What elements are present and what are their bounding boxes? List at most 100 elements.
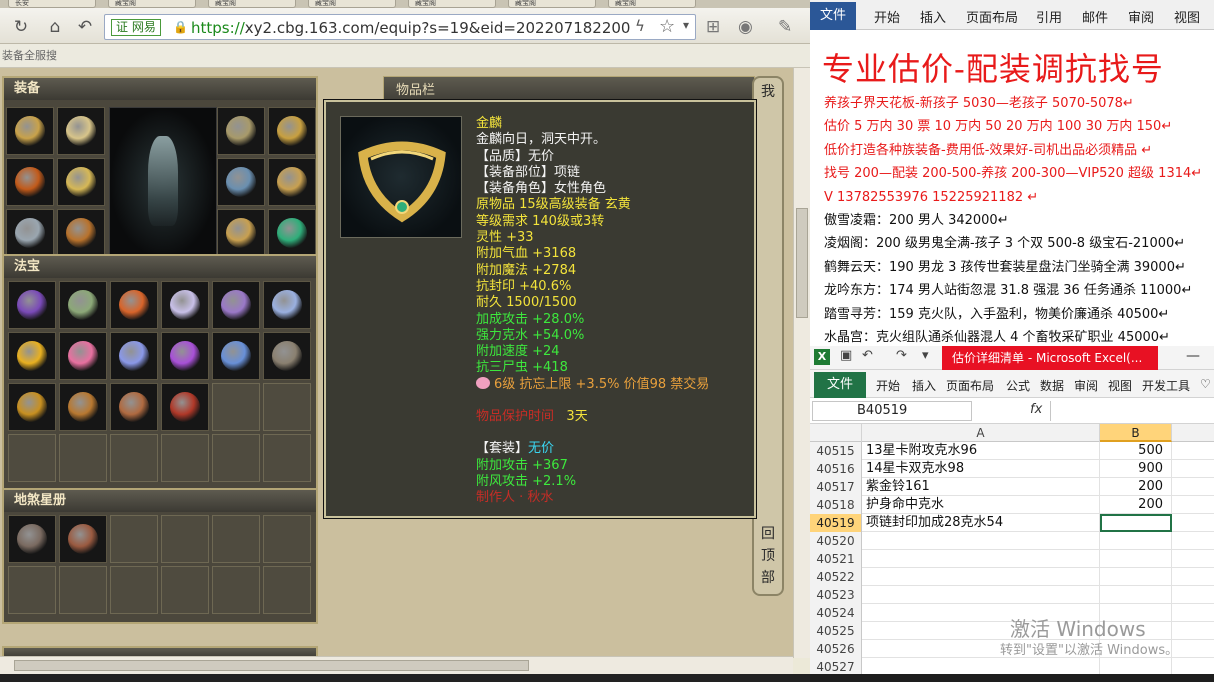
item-slot[interactable] [8,383,56,431]
redo-icon[interactable]: ↷ [896,348,907,363]
excel-tab-data[interactable]: 数据 [1040,377,1064,394]
excel-tab-review[interactable]: 审阅 [1074,377,1098,394]
item-slot[interactable] [212,566,260,614]
save-icon[interactable]: ▣ [840,348,852,363]
item-slot[interactable] [268,158,316,206]
cell-b[interactable]: 500 [1100,442,1172,460]
cell-b[interactable]: 200 [1100,478,1172,496]
cell-b[interactable] [1100,550,1172,568]
row-header[interactable]: 40518 [810,496,862,514]
row-header[interactable]: 40522 [810,568,862,586]
row-header[interactable]: 40519 [810,514,862,532]
word-tab-references[interactable]: 引用 [1036,7,1062,26]
browser-tab[interactable]: 藏宝阁 [308,0,396,8]
item-slot[interactable] [110,383,158,431]
item-slot[interactable] [59,332,107,380]
select-all-corner[interactable] [810,424,862,442]
cell-b[interactable] [1100,586,1172,604]
back-icon[interactable]: ↶ [74,16,96,38]
item-slot[interactable] [59,434,107,482]
item-slot[interactable] [217,107,265,155]
item-slot[interactable] [161,281,209,329]
row-header[interactable]: 40520 [810,532,862,550]
cell-a[interactable] [864,586,1100,604]
item-slot[interactable] [268,107,316,155]
item-slot[interactable] [57,209,105,257]
cell-a[interactable]: 项链封印加成28克水54 [864,514,1100,532]
browser-tab[interactable]: 藏宝阁 [108,0,196,8]
star-icon[interactable]: ☆ [659,16,675,37]
item-slot[interactable] [161,332,209,380]
item-slot[interactable] [110,566,158,614]
item-slot[interactable] [6,158,54,206]
item-slot[interactable] [263,383,311,431]
item-slot[interactable] [6,209,54,257]
horizontal-scrollbar[interactable] [0,656,793,674]
cell-a[interactable]: 护身命中克水 [864,496,1100,514]
excel-tab-layout[interactable]: 页面布局 [946,377,994,394]
item-slot[interactable] [110,515,158,563]
row-header[interactable]: 40516 [810,460,862,478]
excel-tab-developer[interactable]: 开发工具 [1142,377,1190,394]
cell-a[interactable] [864,532,1100,550]
item-slot[interactable] [110,332,158,380]
browser-tab[interactable]: 藏宝阁 [608,0,696,8]
item-slot[interactable] [59,566,107,614]
item-slot[interactable] [212,515,260,563]
item-slot[interactable] [263,566,311,614]
refresh-icon[interactable]: ↻ [10,16,32,38]
word-tab-insert[interactable]: 插入 [920,7,946,26]
formula-input[interactable] [1050,401,1214,421]
item-slot[interactable] [161,383,209,431]
item-slot[interactable] [57,158,105,206]
wrench-icon[interactable]: ✎ [778,17,792,37]
heart-icon[interactable]: ♡ [1200,377,1211,391]
item-slot[interactable] [263,281,311,329]
url-text[interactable]: https://xy2.cbg.163.com/equip?s=19&eid=2… [191,18,631,38]
item-slot[interactable] [110,281,158,329]
chevron-down-icon[interactable]: ▾ [683,18,689,32]
cell-b[interactable]: 900 [1100,460,1172,478]
item-slot[interactable] [212,434,260,482]
minimize-icon[interactable]: — [1186,348,1200,364]
excel-tab-file[interactable]: 文件 [814,372,866,398]
word-tab-mailings[interactable]: 邮件 [1082,7,1108,26]
active-cell[interactable] [1100,514,1172,532]
column-header-a[interactable]: A [862,424,1100,442]
spreadsheet-grid[interactable]: A B 40515 13星卡附攻克水96 500 40516 14星卡双克水98 900 4… [810,424,1214,682]
item-slot[interactable] [263,434,311,482]
browser-tab[interactable]: 长安 [8,0,96,8]
excel-tab-home[interactable]: 开始 [876,377,900,394]
item-slot[interactable] [217,209,265,257]
grid-icon[interactable]: ⊞ [706,17,720,37]
item-slot[interactable] [212,383,260,431]
customize-icon[interactable]: ▾ [922,348,929,363]
item-slot[interactable] [161,434,209,482]
bookmark-item[interactable]: 装备全服搜 [2,49,57,62]
item-slot[interactable] [59,383,107,431]
vertical-scrollbar[interactable] [793,68,810,658]
back-to-top-tab[interactable]: 我 回 顶 部 [752,76,784,596]
cell-a[interactable] [864,550,1100,568]
item-slot[interactable] [161,566,209,614]
excel-tab-insert[interactable]: 插入 [912,377,936,394]
item-slot[interactable] [59,281,107,329]
word-tab-layout[interactable]: 页面布局 [966,7,1018,26]
word-tab-review[interactable]: 审阅 [1128,7,1154,26]
column-header-b[interactable]: B [1100,424,1172,442]
item-slot[interactable] [212,281,260,329]
word-tab-home[interactable]: 开始 [874,7,900,26]
row-header[interactable]: 40525 [810,622,862,640]
row-header[interactable]: 40526 [810,640,862,658]
excel-tab-view[interactable]: 视图 [1108,377,1132,394]
undo-icon[interactable]: ↶ [862,348,873,363]
cell-b[interactable] [1100,532,1172,550]
item-slot[interactable] [8,434,56,482]
cert-badge[interactable]: 证 网易 [111,19,161,36]
browser-tab[interactable]: 藏宝阁 [508,0,596,8]
row-header[interactable]: 40517 [810,478,862,496]
cell-a[interactable]: 13星卡附攻克水96 [864,442,1100,460]
row-header[interactable]: 40523 [810,586,862,604]
item-slot[interactable] [161,515,209,563]
home-icon[interactable]: ⌂ [44,16,66,38]
